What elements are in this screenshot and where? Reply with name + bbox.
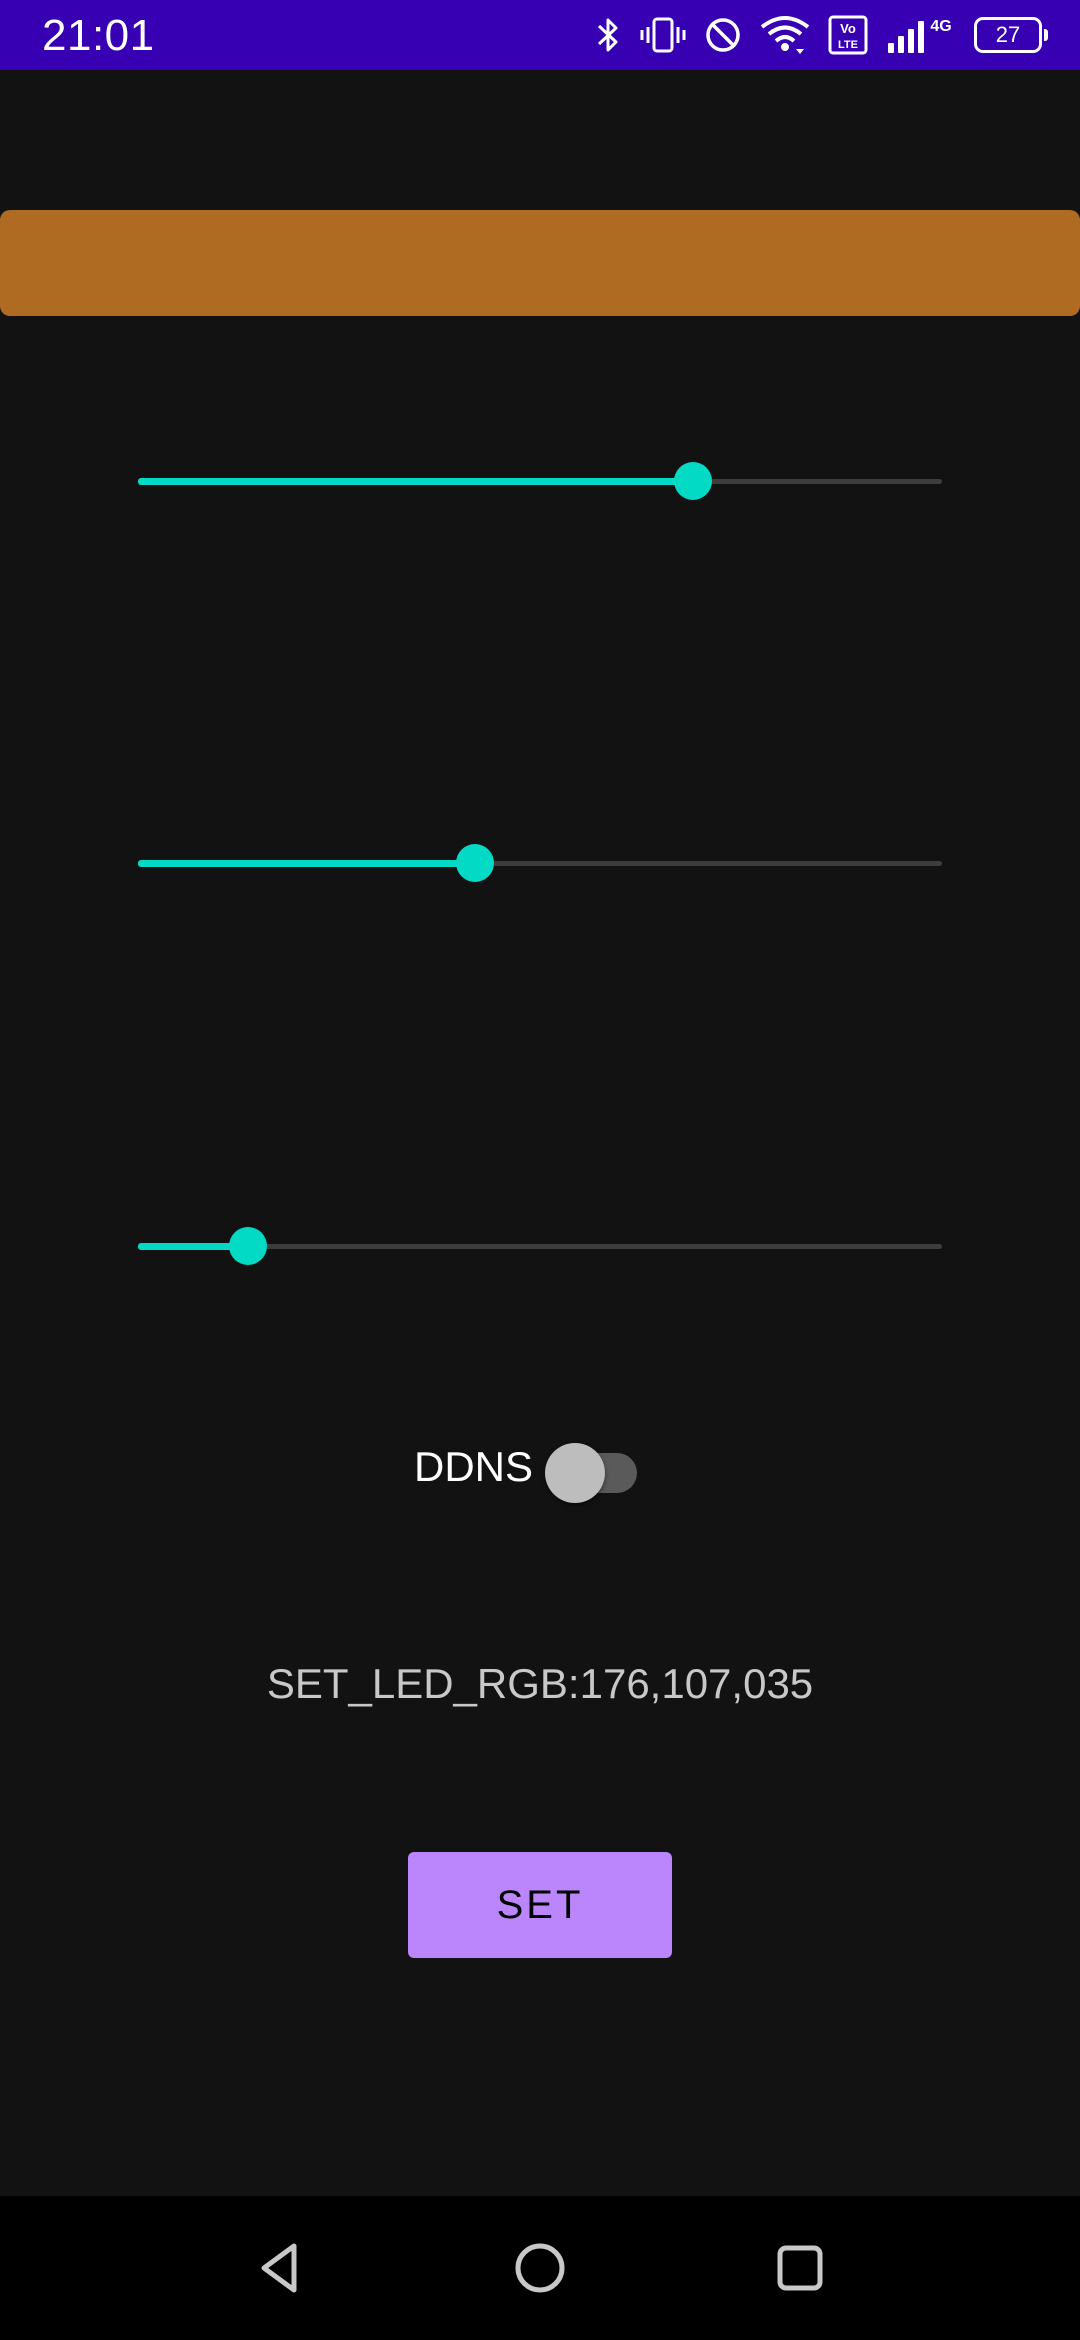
rgb-command-text: SET_LED_RGB:176,107,035 [266, 1660, 814, 1707]
wifi-icon [760, 16, 810, 54]
status-icons: Vo LTE 4G 27 [596, 0, 1048, 70]
green-slider[interactable] [138, 833, 942, 893]
back-icon[interactable] [250, 2238, 310, 2298]
switch-thumb[interactable] [545, 1443, 606, 1503]
ddns-switch[interactable] [545, 1437, 641, 1503]
slider-thumb[interactable] [229, 1227, 268, 1265]
slider-fill [138, 478, 693, 485]
slider-thumb[interactable] [673, 462, 712, 500]
battery-icon: 27 [974, 17, 1048, 53]
svg-text:LTE: LTE [838, 39, 858, 51]
home-icon[interactable] [510, 2238, 570, 2298]
status-time: 21:01 [42, 11, 155, 60]
blue-slider[interactable] [138, 1216, 942, 1276]
color-preview [0, 210, 1080, 316]
slider-thumb[interactable] [456, 844, 495, 882]
svg-text:Vo: Vo [840, 21, 856, 36]
vibrate-icon [640, 17, 686, 53]
red-slider[interactable] [138, 451, 942, 511]
navigation-bar [0, 2196, 1080, 2340]
signal-icon: 4G [888, 18, 952, 53]
slider-fill [138, 860, 476, 867]
svg-text:4G: 4G [930, 18, 951, 35]
ddns-switch-row[interactable]: DDNS [414, 1430, 641, 1504]
ddns-label: DDNS [414, 1443, 534, 1490]
bluetooth-icon [597, 18, 618, 52]
status-bar: 21:01 Vo LTE 4G 27 [0, 0, 1080, 70]
set-button[interactable]: SET [408, 1852, 672, 1958]
do-not-disturb-icon [706, 18, 740, 52]
volte-icon: Vo LTE [828, 15, 868, 55]
recents-icon[interactable] [770, 2238, 830, 2298]
